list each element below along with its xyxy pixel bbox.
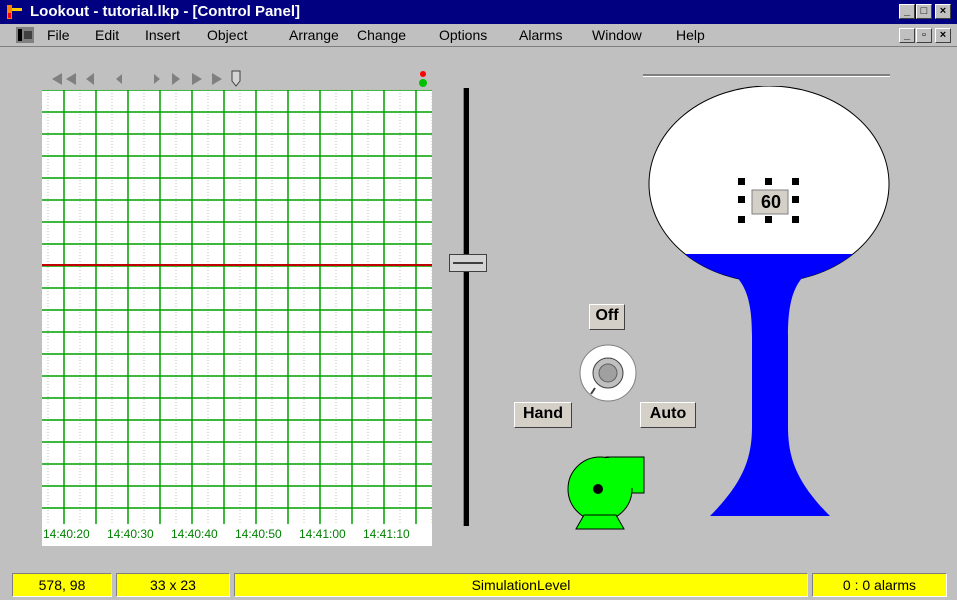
- menu-change[interactable]: Change: [357, 27, 406, 43]
- menu-edit[interactable]: Edit: [95, 27, 119, 43]
- scroll-forward-icon: [172, 73, 180, 85]
- time-label: 14:40:20: [43, 527, 90, 541]
- time-label: 14:40:50: [235, 527, 282, 541]
- trend-scroll-controls: [52, 70, 427, 87]
- mdi-close-button[interactable]: ×: [935, 28, 951, 43]
- status-bar: 578, 98 33 x 23 SimulationLevel 0 : 0 al…: [0, 570, 957, 600]
- hand-button[interactable]: Hand: [514, 402, 572, 428]
- menu-object[interactable]: Object: [207, 27, 247, 43]
- scroll-back-mid-icon: [86, 73, 94, 85]
- level-slider-track[interactable]: [463, 88, 469, 526]
- level-slider-thumb[interactable]: [449, 254, 487, 272]
- menu-arrange[interactable]: Arrange: [289, 27, 339, 43]
- menu-file[interactable]: File: [47, 27, 70, 43]
- time-label: 14:41:10: [363, 527, 410, 541]
- tank-indicator-line: [643, 74, 890, 77]
- tank-stem: [692, 256, 846, 516]
- status-size: 33 x 23: [116, 573, 230, 597]
- scroll-forward-near-icon: [154, 74, 160, 84]
- status-light-green-icon: [419, 79, 427, 87]
- tank-level-value[interactable]: 60: [756, 192, 786, 213]
- menu-window[interactable]: Window: [592, 27, 642, 43]
- auto-button[interactable]: Auto: [640, 402, 696, 428]
- close-button[interactable]: ×: [935, 4, 951, 19]
- time-label: 14:41:00: [299, 527, 346, 541]
- menu-bar: File Edit Insert Object Arrange Change O…: [0, 24, 957, 46]
- scroll-back-icon: [66, 73, 76, 85]
- lookout-app-icon: [7, 5, 22, 19]
- trend-time-axis: 14:40:20 14:40:30 14:40:40 14:40:50 14:4…: [42, 524, 432, 546]
- hoa-knob[interactable]: [577, 344, 639, 402]
- trend-chart[interactable]: 14:40:20 14:40:30 14:40:40 14:40:50 14:4…: [42, 68, 449, 546]
- trend-toolbar: [42, 68, 432, 91]
- time-label: 14:40:30: [107, 527, 154, 541]
- off-button[interactable]: Off: [589, 304, 625, 330]
- title-bar: Lookout - tutorial.lkp - [Control Panel]…: [0, 0, 957, 24]
- scroll-back-far-icon: [52, 73, 62, 85]
- status-light-red-icon: [420, 71, 426, 77]
- mdi-restore-button[interactable]: ▫: [916, 28, 932, 43]
- time-label: 14:40:40: [171, 527, 218, 541]
- trend-cursor-icon: [231, 70, 241, 87]
- scroll-forward-far-icon: [212, 73, 222, 85]
- status-object-name: SimulationLevel: [234, 573, 808, 597]
- menu-help[interactable]: Help: [676, 27, 705, 43]
- scroll-forward-mid-icon: [192, 73, 202, 85]
- scroll-back-near-icon: [116, 74, 122, 84]
- menu-options[interactable]: Options: [439, 27, 487, 43]
- trend-plot-area: [42, 89, 449, 524]
- status-coords: 578, 98: [12, 573, 112, 597]
- mdi-minimize-button[interactable]: _: [899, 28, 915, 43]
- pump-icon[interactable]: [562, 455, 648, 533]
- status-alarms[interactable]: 0 : 0 alarms: [812, 573, 947, 597]
- water-tank[interactable]: [640, 86, 900, 520]
- window-title: Lookout - tutorial.lkp - [Control Panel]: [30, 3, 300, 20]
- minimize-button[interactable]: _: [899, 4, 915, 19]
- menu-alarms[interactable]: Alarms: [519, 27, 563, 43]
- maximize-button[interactable]: □: [916, 4, 932, 19]
- menu-insert[interactable]: Insert: [145, 27, 180, 43]
- document-system-menu-icon[interactable]: [16, 27, 34, 43]
